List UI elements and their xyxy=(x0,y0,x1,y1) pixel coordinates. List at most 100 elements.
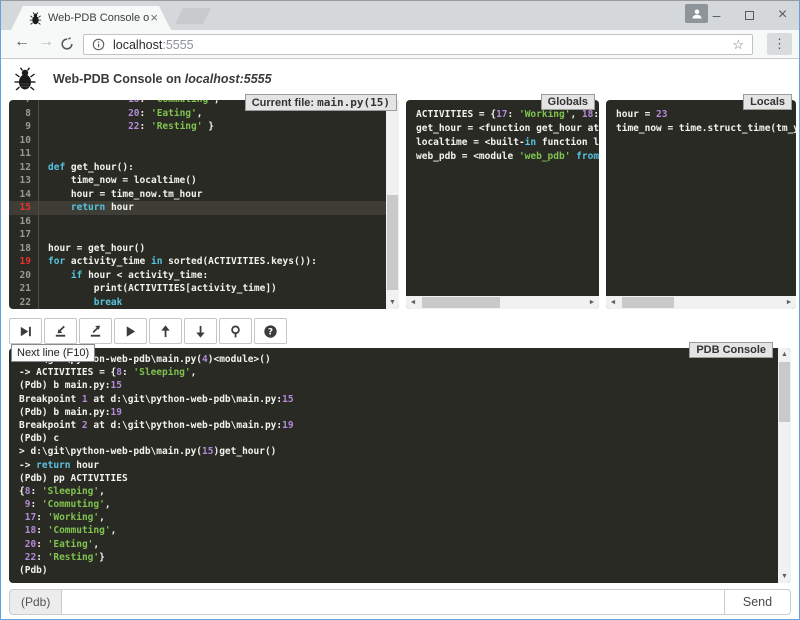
line-number[interactable]: 11 xyxy=(9,147,39,161)
code-line: 20 if hour < activity_time: xyxy=(9,269,386,283)
code-vertical-scrollbar[interactable]: ▲ ▼ xyxy=(386,100,399,309)
minimize-button[interactable]: – xyxy=(700,1,733,29)
code-line: 10 xyxy=(9,134,386,148)
breakpoint-line-number[interactable]: 15 xyxy=(9,201,39,215)
token xyxy=(48,270,71,281)
tab-title: Web-PDB Console on loc xyxy=(48,12,150,24)
token: 15 xyxy=(111,380,122,391)
help-button[interactable]: ? xyxy=(254,318,287,344)
console-line: > d:\git\python-web-pdb\main.py(4)<modul… xyxy=(19,353,768,366)
scroll-thumb[interactable] xyxy=(622,297,674,308)
line-number[interactable]: 12 xyxy=(9,161,39,175)
bug-icon xyxy=(13,67,37,91)
code-viewport[interactable]: 7 18: 'Commuting',8 20: 'Eating',9 22: '… xyxy=(9,100,386,309)
pdb-console-label: PDB Console xyxy=(689,342,773,358)
maximize-icon xyxy=(745,11,754,20)
token: : xyxy=(140,100,151,105)
address-bar[interactable]: localhost:5555 ☆ xyxy=(83,34,753,55)
line-number[interactable]: 10 xyxy=(9,134,39,148)
line-number[interactable]: 16 xyxy=(9,215,39,229)
down-stack-button[interactable] xyxy=(184,318,217,344)
console-output[interactable]: > d:\git\python-web-pdb\main.py(4)<modul… xyxy=(9,348,778,583)
command-prompt-row: (Pdb) Send xyxy=(9,589,791,615)
token: -> ACTIVITIES = { xyxy=(19,367,116,378)
breakpoint-line-number[interactable]: 19 xyxy=(9,255,39,269)
app-header: Web-PDB Console on localhost:5555 xyxy=(1,59,799,99)
scroll-thumb[interactable] xyxy=(422,297,500,308)
back-icon[interactable]: ← xyxy=(14,33,30,51)
next-line-button[interactable] xyxy=(9,318,42,344)
send-button[interactable]: Send xyxy=(725,589,791,615)
url-text: localhost:5555 xyxy=(113,38,732,52)
token: 'Eating' xyxy=(151,108,197,119)
tab-close-icon[interactable]: × xyxy=(150,9,158,26)
scroll-right-arrow[interactable]: ► xyxy=(585,299,599,306)
help-icon: ? xyxy=(263,324,278,339)
maximize-button[interactable] xyxy=(733,1,766,29)
token: 17 xyxy=(496,109,507,120)
globals-horizontal-scrollbar[interactable]: ◄ ► xyxy=(406,296,599,309)
line-number[interactable]: 22 xyxy=(9,296,39,310)
up-stack-button[interactable] xyxy=(149,318,182,344)
token: (Pdb) xyxy=(19,565,48,576)
info-icon[interactable] xyxy=(92,38,105,51)
code-line: 17 xyxy=(9,228,386,242)
console-line: 18: 'Commuting', xyxy=(19,524,768,537)
token: 'Sleeping' xyxy=(133,367,190,378)
token: web_pdb = <module xyxy=(416,151,519,162)
token: def xyxy=(48,162,65,173)
close-button[interactable]: × xyxy=(766,1,799,29)
scroll-down-arrow[interactable]: ▼ xyxy=(778,570,791,583)
line-number[interactable]: 17 xyxy=(9,228,39,242)
browser-menu-button[interactable]: ⋮ xyxy=(767,33,792,55)
scroll-left-arrow[interactable]: ◄ xyxy=(406,299,420,306)
line-number[interactable]: 14 xyxy=(9,188,39,202)
line-number[interactable]: 13 xyxy=(9,174,39,188)
token: , xyxy=(105,499,111,510)
console-vertical-scrollbar[interactable]: ▲ ▼ xyxy=(778,348,791,583)
where-button[interactable] xyxy=(219,318,252,344)
token: , xyxy=(191,367,197,378)
scroll-right-arrow[interactable]: ► xyxy=(782,299,796,306)
console-line: 20: 'Eating', xyxy=(19,538,768,551)
scroll-thumb[interactable] xyxy=(387,195,398,290)
line-number[interactable]: 8 xyxy=(9,107,39,121)
code-text: def get_hour(): xyxy=(39,161,134,175)
code-line: 14 hour = time_now.tm_hour xyxy=(9,188,386,202)
continue-button[interactable] xyxy=(114,318,147,344)
step-out-button[interactable] xyxy=(79,318,112,344)
token: 'Commuting' xyxy=(42,499,105,510)
new-tab-button[interactable] xyxy=(175,8,211,24)
code-text: hour = time_now.tm_hour xyxy=(39,188,202,202)
globals-panel: Globals ACTIVITIES = {17: 'Working', 18:… xyxy=(406,100,599,309)
scroll-left-arrow[interactable]: ◄ xyxy=(606,299,620,306)
line-number[interactable]: 20 xyxy=(9,269,39,283)
scroll-down-arrow[interactable]: ▼ xyxy=(386,296,399,309)
token: ACTIVITIES = { xyxy=(416,109,496,120)
kebab-menu-icon: ⋮ xyxy=(773,36,786,52)
console-line: > d:\git\python-web-pdb\main.py(15)get_h… xyxy=(19,445,768,458)
token: hour = time_now.tm_hour xyxy=(48,189,202,200)
step-into-button[interactable] xyxy=(44,318,77,344)
token: 20 xyxy=(25,539,36,550)
code-text xyxy=(39,134,48,148)
token: hour xyxy=(105,202,134,213)
line-number[interactable]: 9 xyxy=(9,120,39,134)
line-number[interactable]: 21 xyxy=(9,282,39,296)
globals-content: ACTIVITIES = {17: 'Working', 18: 'get_ho… xyxy=(406,100,599,296)
locals-horizontal-scrollbar[interactable]: ◄ ► xyxy=(606,296,796,309)
debug-toolbar: ? xyxy=(9,318,289,344)
bookmark-star-icon[interactable]: ☆ xyxy=(732,37,744,53)
token: at d:\git\python-web-pdb\main.py: xyxy=(88,394,282,405)
scroll-thumb[interactable] xyxy=(779,362,790,422)
scroll-up-arrow[interactable]: ▲ xyxy=(778,348,791,361)
browser-tab[interactable]: Web-PDB Console on loc × xyxy=(11,6,171,30)
reload-icon[interactable] xyxy=(60,37,74,51)
code-text: return hour xyxy=(39,201,134,215)
line-number[interactable]: 18 xyxy=(9,242,39,256)
token: } xyxy=(202,121,213,132)
current-file-panel: Current file: main.py(15) 7 18: 'Commuti… xyxy=(9,100,399,309)
command-input[interactable] xyxy=(61,589,725,615)
token: : xyxy=(140,108,151,119)
token: 'Working' xyxy=(48,512,99,523)
